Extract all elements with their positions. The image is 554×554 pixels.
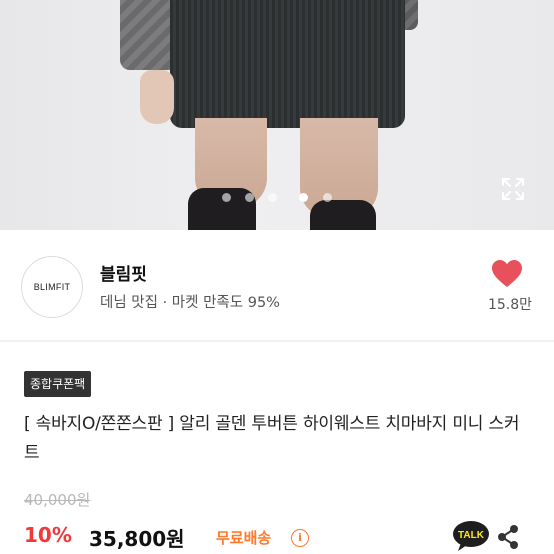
like-count: 15.8만 xyxy=(487,297,533,313)
discount-rate: 10% xyxy=(24,523,72,547)
corduroy-skirt xyxy=(170,0,405,128)
product-image[interactable] xyxy=(0,0,554,230)
product-title: [ 속바지O/쫀쫀스판 ] 알리 골덴 투버튼 하이웨스트 치마바지 미니 스커… xyxy=(24,414,520,463)
carousel-indicator xyxy=(0,193,554,203)
seller-subtitle: 데님 맛집 · 마켓 만족도 95% xyxy=(100,295,280,311)
carousel-dot[interactable] xyxy=(245,193,254,202)
free-shipping-label: 무료배송 xyxy=(216,529,272,547)
carousel-dot[interactable] xyxy=(222,193,231,202)
kakaotalk-label: TALK xyxy=(458,530,485,541)
sale-price: 35,800원 xyxy=(89,527,185,551)
seller-info[interactable]: BLIMFIT 블림핏 데님 맛집 · 마켓 만족도 95% 15.8만 xyxy=(0,248,554,328)
heart-icon[interactable] xyxy=(492,260,522,288)
section-divider xyxy=(0,340,554,342)
seller-logo[interactable]: BLIMFIT xyxy=(21,256,83,318)
info-icon[interactable]: i xyxy=(291,529,309,547)
expand-icon[interactable] xyxy=(500,176,526,202)
model-boot xyxy=(310,200,376,230)
original-price: 40,000원 xyxy=(24,491,91,509)
carousel-dot[interactable] xyxy=(268,193,277,202)
carousel-dot-active[interactable] xyxy=(299,193,308,202)
seller-name[interactable]: 블림핏 xyxy=(100,260,147,285)
model-hand xyxy=(140,70,174,124)
share-icon[interactable] xyxy=(495,524,521,550)
carousel-dot[interactable] xyxy=(323,193,332,202)
coupon-badge: 종합쿠폰팩 xyxy=(24,371,92,397)
kakaotalk-icon[interactable]: TALK xyxy=(452,520,490,552)
seller-logo-text: BLIMFIT xyxy=(33,282,71,292)
